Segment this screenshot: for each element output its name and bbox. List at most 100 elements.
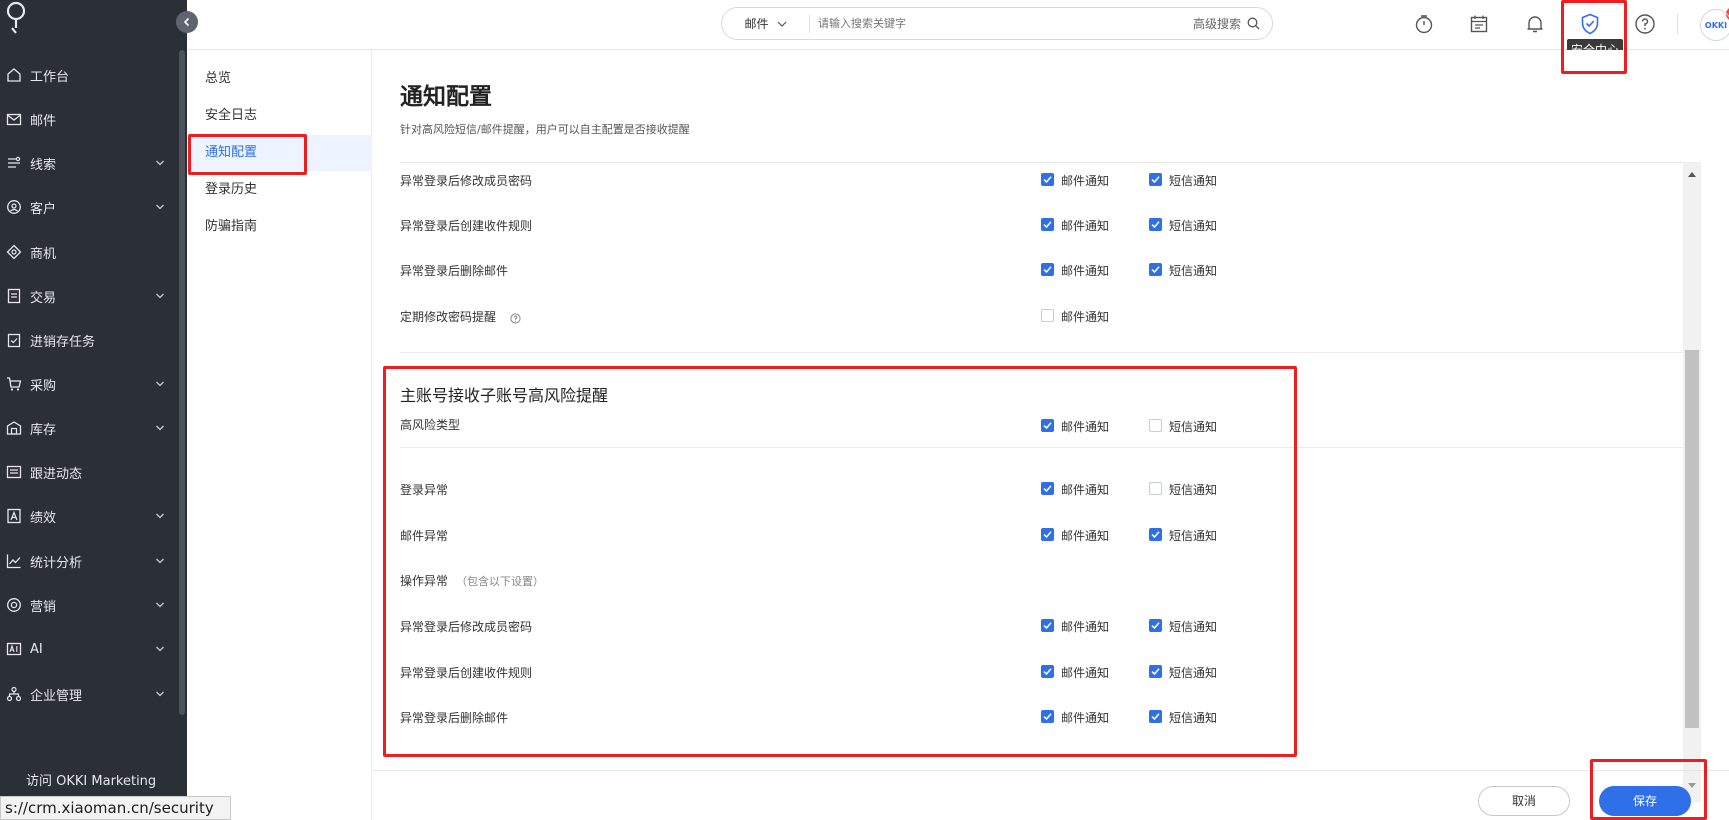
search-input[interactable] [810,17,1193,30]
home-icon [6,67,22,83]
notification-row-label: 邮件异常 [400,529,449,543]
sidebar-item[interactable]: 绩效 [0,499,172,533]
checkmark-icon [1043,485,1052,493]
scrollbar-thumb[interactable] [1685,350,1699,728]
sidebar-item[interactable]: 采购 [0,367,172,401]
sidebar-item[interactable]: 进销存任务 [0,323,172,357]
notification-row-label: 登录异常 [400,483,449,497]
chevron-down-icon [154,599,166,611]
search-scope-select[interactable]: 邮件 [722,14,810,33]
calendar-icon[interactable] [1467,12,1491,36]
search-scope-label: 邮件 [744,17,769,31]
save-button[interactable]: 保存 [1599,786,1691,816]
chevron-down-icon [154,688,166,700]
sidebar-item[interactable]: 商机 [0,235,172,269]
email-notify-checkbox[interactable] [1041,173,1054,186]
email-notify-checkbox-label: 邮件通知 [1061,666,1110,680]
ai-icon [6,641,22,657]
sidebar-item-label: 进销存任务 [30,334,96,350]
sms-notify-checkbox[interactable] [1149,263,1162,276]
subnav-item[interactable]: 通知配置 [187,135,372,171]
sidebar-item[interactable]: 库存 [0,411,172,445]
sms-notify-checkbox[interactable] [1149,419,1162,432]
sidebar-item[interactable]: 邮件 [0,102,172,136]
email-notify-checkbox-label: 邮件通知 [1061,174,1110,188]
sidebar-item[interactable]: 营销 [0,588,172,622]
help-circle-icon[interactable] [510,309,521,328]
risk-type-label: 高风险类型 [400,418,461,432]
email-notify-checkbox[interactable] [1041,665,1054,678]
checkmark-icon [1043,221,1052,229]
email-notify-checkbox-label: 邮件通知 [1061,219,1110,233]
visit-okki-marketing-link[interactable]: 访问 OKKI Marketing [26,770,156,789]
search-icon[interactable] [1247,17,1260,30]
org-icon [6,686,22,702]
notification-row-label: 定期修改密码提醒 [400,310,497,324]
subnav-item[interactable]: 登录历史 [187,172,372,208]
email-notify-checkbox[interactable] [1041,710,1054,723]
email-notify-checkbox[interactable] [1041,218,1054,231]
timer-icon[interactable] [1412,12,1436,36]
chevron-down-icon [154,378,166,390]
subnav-item[interactable]: 总览 [187,61,372,97]
section-divider [400,352,1683,353]
main-sidebar: 工作台邮件线索客户商机交易进销存任务采购库存跟进动态绩效统计分析营销 AI 企业管理… [0,0,187,820]
sidebar-item[interactable]: 统计分析 [0,544,172,578]
checkmark-icon [1043,713,1052,721]
sidebar-item[interactable]: 工作台 [0,58,172,92]
sidebar-item[interactable]: 企业管理 [0,677,172,711]
email-notify-checkbox-label: 邮件通知 [1061,264,1110,278]
sms-notify-checkbox[interactable] [1149,218,1162,231]
sidebar-item-label: AI [30,641,43,657]
operation-exception-label: 操作异常 [400,574,449,588]
page-title: 通知配置 [400,84,492,110]
top-header: 邮件 高级搜索 3 [187,0,1729,50]
sms-notify-checkbox[interactable] [1149,665,1162,678]
sidebar-item[interactable]: 线索 [0,146,172,180]
subnav-item[interactable]: 安全日志 [187,98,372,134]
sidebar-item-label: 跟进动态 [30,466,83,482]
help-icon[interactable] [1633,12,1657,36]
scroll-down-arrow-icon[interactable] [1687,782,1697,790]
global-search-bar: 邮件 高级搜索 [721,7,1273,40]
collapse-sidebar-button[interactable] [176,11,198,33]
email-notify-checkbox[interactable] [1041,309,1054,322]
okki-avatar[interactable]: OKKI [1700,9,1729,41]
subnav-item[interactable]: 防骗指南 [187,209,372,245]
sidebar-item[interactable]: 跟进动态 [0,455,172,489]
advanced-search-link[interactable]: 高级搜索 [1193,15,1241,32]
notification-row-label: 异常登录后修改成员密码 [400,174,533,188]
notification-row-label: 异常登录后创建收件规则 [400,219,533,233]
sidebar-item[interactable]: AI [0,632,172,666]
sms-notify-checkbox-label: 短信通知 [1169,620,1218,634]
checkmark-icon [1151,713,1160,721]
email-notify-checkbox-label: 邮件通知 [1061,529,1110,543]
email-notify-checkbox[interactable] [1041,619,1054,632]
sidebar-item[interactable]: 客户 [0,190,172,224]
app-logo[interactable] [4,0,28,36]
sms-notify-checkbox-label: 短信通知 [1169,483,1218,497]
email-notify-checkbox-label: 邮件通知 [1061,310,1110,324]
email-notify-checkbox[interactable] [1041,263,1054,276]
sms-notify-checkbox[interactable] [1149,482,1162,495]
notification-row-label: 异常登录后删除邮件 [400,264,509,278]
sms-notify-checkbox[interactable] [1149,173,1162,186]
sms-notify-checkbox[interactable] [1149,528,1162,541]
checkmark-icon [1151,266,1160,274]
notification-row-label: 异常登录后创建收件规则 [400,666,533,680]
sms-notify-checkbox[interactable] [1149,710,1162,723]
sidebar-item-label: 库存 [30,422,57,438]
sidebar-scrollbar[interactable] [179,50,185,715]
sidebar-item[interactable]: 交易 [0,279,172,313]
sms-notify-checkbox[interactable] [1149,619,1162,632]
follow-up-icon [6,464,22,480]
status-url-bar: s://crm.xiaoman.cn/security [0,796,231,820]
scroll-up-arrow-icon[interactable] [1687,170,1697,178]
email-notify-checkbox[interactable] [1041,419,1054,432]
cancel-button[interactable]: 取消 [1478,786,1570,816]
notification-bell-icon[interactable] [1523,12,1547,36]
email-notify-checkbox[interactable] [1041,482,1054,495]
sidebar-item-label: 统计分析 [30,555,83,571]
email-notify-checkbox[interactable] [1041,528,1054,541]
security-center-shield-icon[interactable] [1578,12,1602,36]
